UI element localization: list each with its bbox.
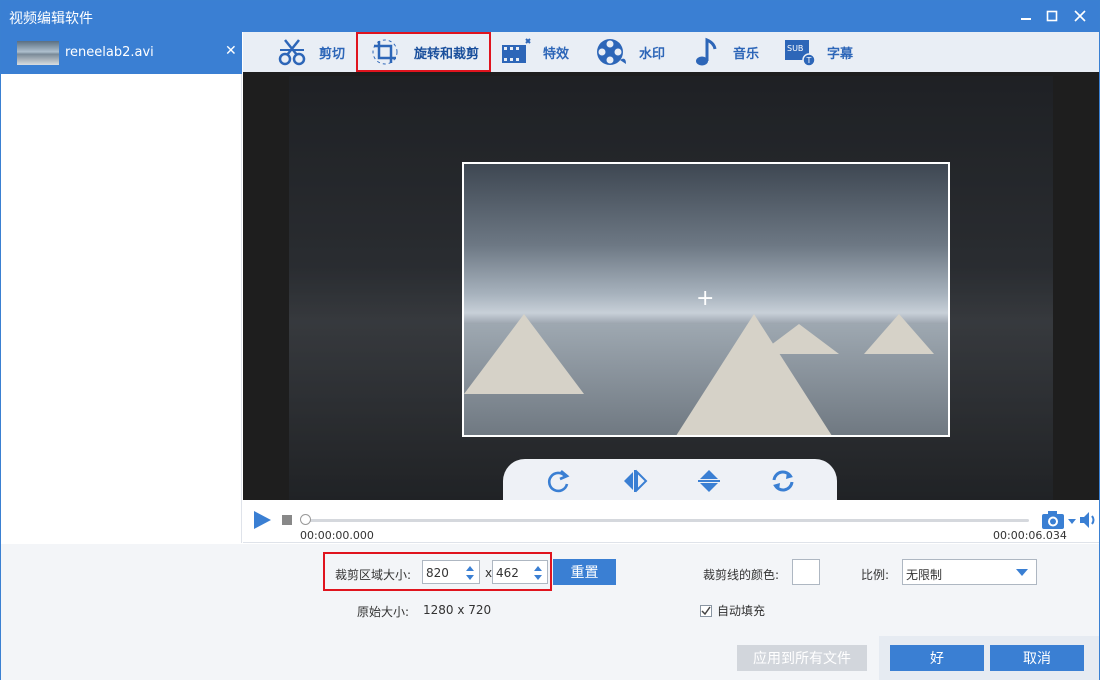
apply-to-all-button[interactable]: 应用到所有文件 bbox=[737, 645, 867, 671]
camera-snapshot-icon[interactable] bbox=[1041, 510, 1077, 533]
cancel-button[interactable]: 取消 bbox=[990, 645, 1084, 671]
crop-line-color-label: 裁剪线的颜色: bbox=[703, 568, 780, 582]
volume-icon[interactable] bbox=[1079, 511, 1099, 532]
crop-line-color-swatch[interactable] bbox=[792, 559, 820, 585]
autofill-checkbox[interactable] bbox=[700, 604, 712, 617]
tab-rotate-crop-label: 旋转和裁剪 bbox=[414, 46, 480, 62]
crop-rotate-icon bbox=[368, 35, 402, 69]
film-reel-icon bbox=[595, 35, 629, 69]
stepper-arrows-icon[interactable] bbox=[533, 563, 543, 586]
dropdown-arrow-icon[interactable] bbox=[1016, 569, 1028, 576]
editor-toolbar: 剪切 旋转和裁剪 特效 水印 音乐 SUB T 字幕 bbox=[243, 32, 1099, 72]
reset-button[interactable]: 重置 bbox=[553, 559, 616, 585]
tab-watermark-label: 水印 bbox=[639, 46, 666, 62]
rotate-clockwise-icon[interactable] bbox=[545, 467, 573, 495]
tab-cut-label: 剪切 bbox=[319, 46, 346, 62]
transform-controls bbox=[503, 459, 837, 500]
crop-size-group: 裁剪区域大小: 820 x 462 bbox=[323, 552, 552, 591]
stop-icon[interactable] bbox=[282, 515, 292, 525]
crop-width-value: 820 bbox=[426, 566, 449, 580]
play-icon[interactable] bbox=[252, 510, 272, 533]
seek-track[interactable] bbox=[303, 519, 1029, 522]
svg-text:SUB: SUB bbox=[787, 44, 803, 53]
film-effects-icon bbox=[499, 35, 533, 69]
tab-effects-label: 特效 bbox=[543, 46, 570, 62]
video-frame: + bbox=[289, 76, 1053, 500]
maximize-icon[interactable] bbox=[1043, 7, 1061, 25]
reset-rotation-icon[interactable] bbox=[769, 467, 797, 495]
crop-height-stepper[interactable]: 462 bbox=[492, 560, 548, 584]
ratio-select[interactable]: 无限制 bbox=[902, 559, 1037, 585]
playback-bar: 00:00:00.000 00:00:06.034 bbox=[243, 501, 1099, 543]
flip-horizontal-icon[interactable] bbox=[621, 467, 649, 495]
window-title: 视频编辑软件 bbox=[9, 11, 93, 27]
remove-file-icon[interactable]: ✕ bbox=[225, 43, 237, 59]
crop-rectangle[interactable]: + bbox=[462, 162, 950, 437]
file-name: reneelab2.avi bbox=[65, 45, 154, 60]
seek-handle[interactable] bbox=[300, 514, 311, 525]
autofill-label: 自动填充 bbox=[717, 604, 766, 618]
tab-effects[interactable]: 特效 bbox=[499, 32, 569, 72]
ok-button[interactable]: 好 bbox=[890, 645, 984, 671]
ratio-value: 无限制 bbox=[906, 568, 943, 582]
crop-settings-panel: 裁剪区域大小: 820 x 462 重置 原始大小: 1280 x 720 裁剪… bbox=[1, 544, 1099, 680]
current-time: 00:00:00.000 bbox=[300, 529, 374, 542]
tab-subtitle-label: 字幕 bbox=[827, 46, 854, 62]
autofill-option[interactable]: 自动填充 bbox=[700, 602, 765, 619]
original-size-label: 原始大小: bbox=[357, 605, 410, 619]
crop-height-value: 462 bbox=[496, 566, 519, 580]
file-list-item[interactable]: reneelab2.avi ✕ bbox=[1, 32, 242, 74]
svg-text:T: T bbox=[806, 56, 812, 65]
tab-rotate-crop[interactable]: 旋转和裁剪 bbox=[356, 32, 491, 72]
move-crosshair-icon[interactable]: + bbox=[696, 288, 714, 310]
app-window: 视频编辑软件 reneelab2.avi ✕ 剪切 旋转和裁剪 特效 水印 音乐… bbox=[0, 0, 1100, 680]
minimize-icon[interactable] bbox=[1017, 7, 1035, 25]
video-thumbnail bbox=[17, 41, 59, 65]
original-size-value: 1280 x 720 bbox=[423, 603, 492, 617]
video-preview: + bbox=[243, 72, 1099, 500]
close-window-icon[interactable] bbox=[1071, 7, 1089, 25]
title-bar: 视频编辑软件 bbox=[1, 1, 1099, 32]
tab-cut[interactable]: 剪切 bbox=[275, 32, 345, 72]
tab-music[interactable]: 音乐 bbox=[689, 32, 759, 72]
music-note-icon bbox=[689, 35, 723, 69]
file-list-panel: reneelab2.avi ✕ bbox=[1, 32, 242, 543]
flip-vertical-icon[interactable] bbox=[695, 467, 723, 495]
tab-watermark[interactable]: 水印 bbox=[595, 32, 665, 72]
stepper-arrows-icon[interactable] bbox=[465, 563, 475, 586]
scissors-icon bbox=[275, 35, 309, 69]
tab-subtitle[interactable]: SUB T 字幕 bbox=[783, 32, 853, 72]
crop-size-label: 裁剪区域大小: bbox=[335, 568, 412, 582]
subtitle-icon: SUB T bbox=[783, 35, 817, 69]
ratio-label: 比例: bbox=[861, 568, 890, 582]
tab-music-label: 音乐 bbox=[733, 46, 760, 62]
crop-width-stepper[interactable]: 820 bbox=[422, 560, 480, 584]
